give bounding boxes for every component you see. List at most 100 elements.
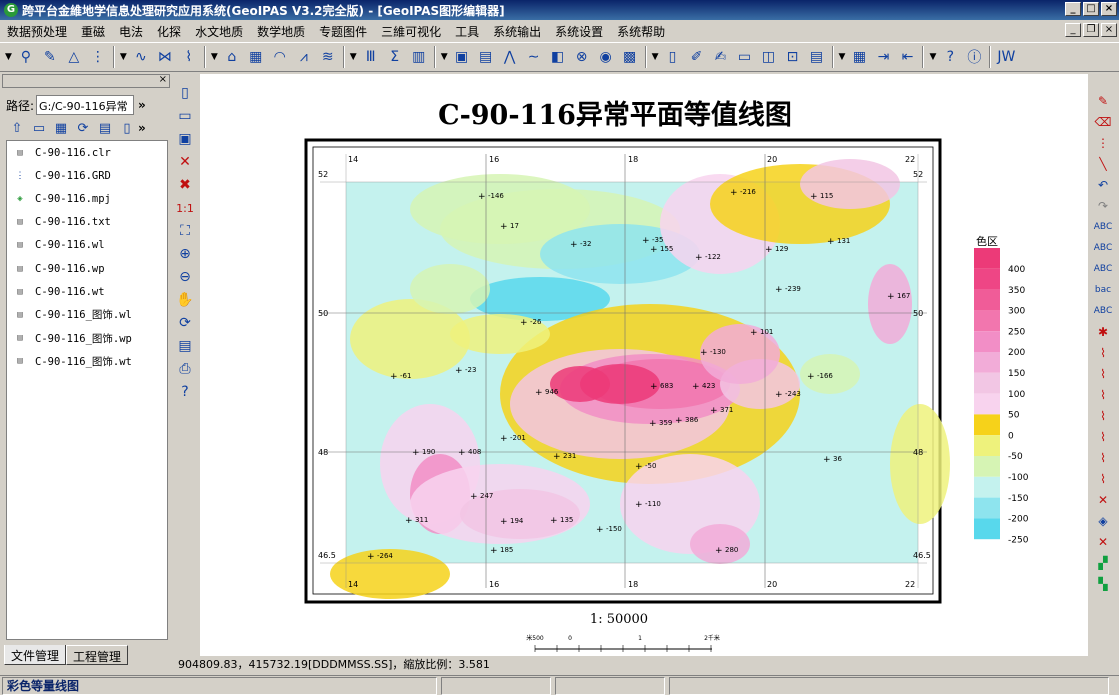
close-button[interactable]: × bbox=[1101, 2, 1117, 16]
text-params-icon[interactable]: ✱ bbox=[1092, 322, 1114, 342]
file-item[interactable]: ◈ C-90-116.mpj bbox=[7, 187, 167, 210]
mdi-restore-button[interactable]: ❐ bbox=[1083, 23, 1099, 37]
line-params-icon[interactable]: ⌇ bbox=[1092, 469, 1114, 489]
tab-file-manager[interactable]: 文件管理 bbox=[4, 645, 67, 665]
export-icon[interactable]: ⇥ bbox=[872, 46, 894, 68]
help-icon[interactable]: ? bbox=[174, 382, 196, 402]
calculator-icon[interactable]: ▯ bbox=[662, 46, 684, 68]
toolbar-dropdown-4[interactable]: ▼ bbox=[350, 52, 357, 62]
file-item[interactable]: ▤ C-90-116.txt bbox=[7, 211, 167, 234]
redo-icon[interactable]: ↷ bbox=[1092, 196, 1114, 216]
file-item[interactable]: ▤ C-90-116.clr bbox=[7, 141, 167, 164]
properties-icon[interactable]: ▤ bbox=[174, 336, 196, 356]
toolbar-dropdown-8[interactable]: ▼ bbox=[929, 52, 936, 62]
grid-map-icon[interactable]: ▦ bbox=[245, 46, 267, 68]
triangle-icon[interactable]: △ bbox=[63, 46, 85, 68]
pencil-icon[interactable]: ✐ bbox=[686, 46, 708, 68]
menu-item-output[interactable]: 系统输出 bbox=[486, 23, 548, 40]
node-icon[interactable]: ⋮ bbox=[1092, 133, 1114, 153]
file-item[interactable]: ▤ C-90-116_图饰.wp bbox=[7, 327, 167, 350]
tab-project-manager[interactable]: 工程管理 bbox=[66, 645, 129, 665]
add-area-icon[interactable]: ◈ bbox=[1092, 511, 1114, 531]
chevron-right-icon[interactable]: » bbox=[138, 121, 146, 135]
menu-item-3d[interactable]: 三維可视化 bbox=[374, 23, 448, 40]
close-all-icon[interactable]: ✖ bbox=[174, 175, 196, 195]
color-map-icon[interactable]: ◧ bbox=[547, 46, 569, 68]
toolbar-dropdown-7[interactable]: ▼ bbox=[839, 52, 846, 62]
save-icon[interactable]: ▣ bbox=[174, 129, 196, 149]
join-line-icon[interactable]: ⌇ bbox=[1092, 406, 1114, 426]
copy-line-icon[interactable]: ⌇ bbox=[1092, 448, 1114, 468]
path-input[interactable]: G:/C-90-116异常 bbox=[36, 95, 135, 115]
fit-window-icon[interactable]: ⛶ bbox=[174, 221, 196, 241]
profile-icon[interactable]: ⋈ bbox=[154, 46, 176, 68]
toolbar-dropdown-3[interactable]: ▼ bbox=[211, 52, 218, 62]
search-icon[interactable]: ⚲ bbox=[15, 46, 37, 68]
info-icon[interactable]: ⓘ bbox=[963, 46, 985, 68]
layers-icon[interactable]: ◫ bbox=[758, 46, 780, 68]
edit-line-icon[interactable]: ⌇ bbox=[1092, 364, 1114, 384]
add-text-icon[interactable]: ABC bbox=[1092, 217, 1114, 237]
pan-hand-icon[interactable]: ✋ bbox=[174, 290, 196, 310]
close-icon[interactable]: × bbox=[159, 74, 167, 85]
menu-item-mathgeo[interactable]: 数学地质 bbox=[250, 23, 312, 40]
contour-icon[interactable]: ◠ bbox=[269, 46, 291, 68]
toolbar-dropdown-6[interactable]: ▼ bbox=[652, 52, 659, 62]
table-icon[interactable]: ▤ bbox=[475, 46, 497, 68]
refresh-icon[interactable]: ⟳ bbox=[73, 118, 93, 138]
mdi-close-button[interactable]: × bbox=[1101, 23, 1117, 37]
zoom-1to1-icon[interactable]: 1:1 bbox=[174, 198, 196, 218]
jw-icon[interactable]: JW bbox=[995, 46, 1017, 68]
menu-item-geochem[interactable]: 化探 bbox=[150, 23, 188, 40]
menu-item-electric[interactable]: 电法 bbox=[112, 23, 150, 40]
print-icon[interactable]: ⎙ bbox=[174, 359, 196, 379]
add-line-icon[interactable]: ⌇ bbox=[1092, 343, 1114, 363]
mosaic-icon[interactable]: ▩ bbox=[619, 46, 641, 68]
toolbar-dropdown-2[interactable]: ▼ bbox=[120, 52, 127, 62]
undo-icon[interactable]: ↶ bbox=[1092, 175, 1114, 195]
doc-edit-icon[interactable]: ✍ bbox=[710, 46, 732, 68]
section-icon[interactable]: ≋ bbox=[317, 46, 339, 68]
maximize-button[interactable]: □ bbox=[1083, 2, 1099, 16]
grid-icon[interactable]: ⋮ bbox=[87, 46, 109, 68]
file-item[interactable]: ▤ C-90-116.wt bbox=[7, 280, 167, 303]
copy-text-icon[interactable]: ABC bbox=[1092, 301, 1114, 321]
folder-up-icon[interactable]: ⇧ bbox=[7, 118, 27, 138]
new-doc-icon[interactable]: ▯ bbox=[174, 83, 196, 103]
view-icon[interactable]: ▦ bbox=[51, 118, 71, 138]
delete-text-icon[interactable]: ABC bbox=[1092, 259, 1114, 279]
palette-icon[interactable]: ▦ bbox=[848, 46, 870, 68]
line-chart-icon[interactable]: ⋀ bbox=[499, 46, 521, 68]
help-icon[interactable]: ? bbox=[939, 46, 961, 68]
copy-icon[interactable]: ▯ bbox=[117, 118, 137, 138]
toolbar-dropdown-5[interactable]: ▼ bbox=[441, 52, 448, 62]
open-icon[interactable]: ⊡ bbox=[782, 46, 804, 68]
frame-icon[interactable]: ▣ bbox=[451, 46, 473, 68]
menu-item-settings[interactable]: 系统设置 bbox=[548, 23, 610, 40]
stats-icon[interactable]: Ⅲ bbox=[360, 46, 382, 68]
properties-icon[interactable]: ▤ bbox=[95, 118, 115, 138]
new-folder-icon[interactable]: ▭ bbox=[29, 118, 49, 138]
file-item[interactable]: ▤ C-90-116.wp bbox=[7, 257, 167, 280]
folder-icon[interactable]: ▭ bbox=[734, 46, 756, 68]
house-icon[interactable]: ⌂ bbox=[221, 46, 243, 68]
delete-line-icon[interactable]: ✕ bbox=[1092, 490, 1114, 510]
delete-area-icon[interactable]: ✕ bbox=[1092, 532, 1114, 552]
menu-item-hydro[interactable]: 水文地质 bbox=[188, 23, 250, 40]
move-text-icon[interactable]: bac bbox=[1092, 280, 1114, 300]
curve-icon[interactable]: ∼ bbox=[523, 46, 545, 68]
wave-icon[interactable]: ∿ bbox=[130, 46, 152, 68]
file-item[interactable]: ▤ C-90-116.wl bbox=[7, 234, 167, 257]
zoom-out-icon[interactable]: ⊖ bbox=[174, 267, 196, 287]
cut-line-icon[interactable]: ⌇ bbox=[1092, 385, 1114, 405]
sigma-icon[interactable]: Σ bbox=[384, 46, 406, 68]
sphere-icon[interactable]: ◉ bbox=[595, 46, 617, 68]
pen-tool-icon[interactable]: ✎ bbox=[1092, 91, 1114, 111]
menu-item-gravmag[interactable]: 重磁 bbox=[74, 23, 112, 40]
file-item[interactable]: ⋮ C-90-116.GRD bbox=[7, 164, 167, 187]
move-line-icon[interactable]: ⌇ bbox=[1092, 427, 1114, 447]
open-folder-icon[interactable]: ▭ bbox=[174, 106, 196, 126]
close-doc-icon[interactable]: ✕ bbox=[174, 152, 196, 172]
inversion-icon[interactable]: ⌇ bbox=[178, 46, 200, 68]
venn-icon[interactable]: ⊗ bbox=[571, 46, 593, 68]
